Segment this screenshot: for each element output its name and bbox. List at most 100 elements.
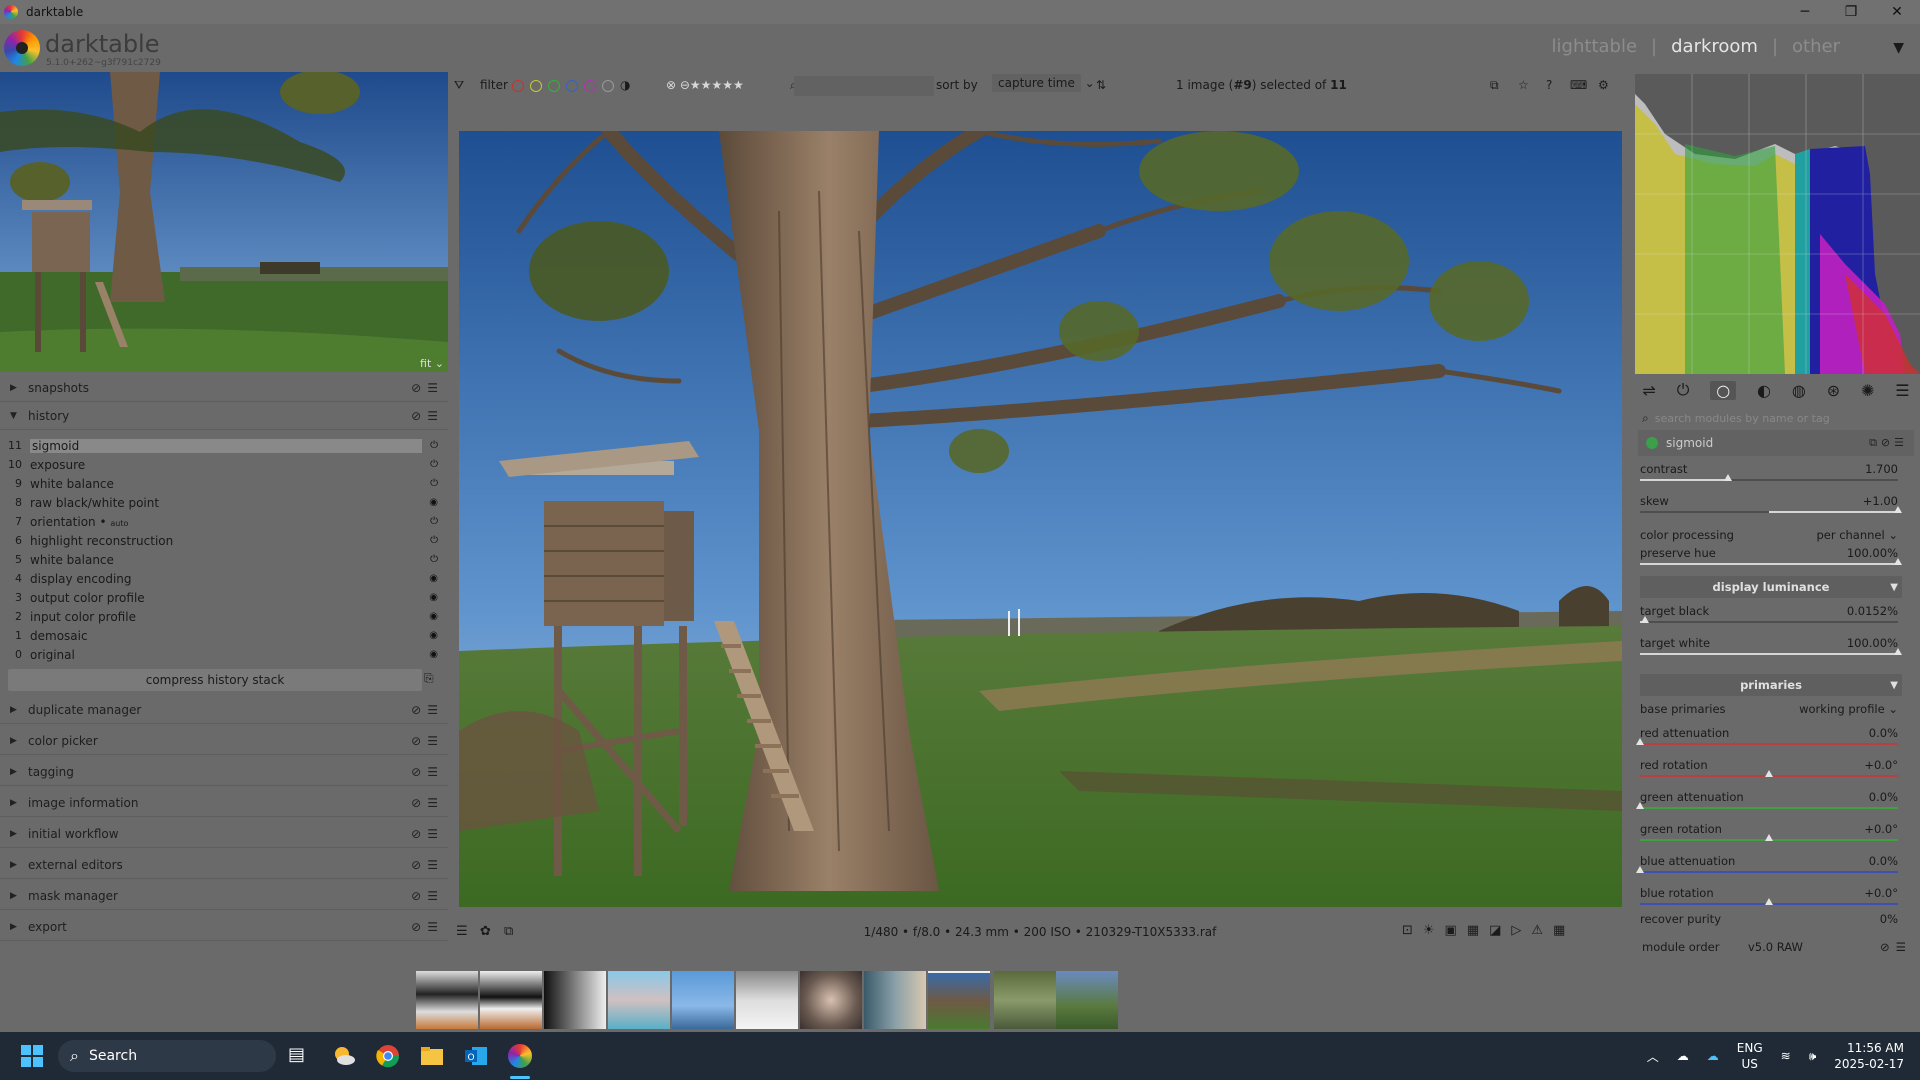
module-image-information[interactable]: ▶ image information ⊘ ☰	[0, 789, 448, 817]
presets-icon[interactable]: ☰	[427, 889, 438, 903]
blue-rotation-slider[interactable]: blue rotation +0.0°	[1640, 886, 1898, 912]
view-other[interactable]: other	[1792, 36, 1840, 57]
history-item[interactable]: 7 orientation • auto ⏻	[0, 512, 448, 531]
history-item[interactable]: 6 highlight reconstruction ⏻	[0, 531, 448, 550]
slider-thumb[interactable]	[1723, 474, 1732, 481]
module-mask-manager[interactable]: ▶ mask manager ⊘ ☰	[0, 882, 448, 910]
minimize-button[interactable]: ─	[1782, 0, 1828, 24]
presets-icon[interactable]: ☰	[427, 920, 438, 934]
filmstrip-thumb[interactable]	[800, 971, 862, 1029]
reset-icon[interactable]: ⊘	[411, 381, 421, 395]
history-item[interactable]: 4 display encoding ◉	[0, 569, 448, 588]
reset-icon[interactable]: ⊘	[411, 703, 421, 717]
module-order-icons[interactable]: ⊘☰	[1880, 940, 1912, 954]
filmstrip-thumb[interactable]	[736, 971, 798, 1029]
clock[interactable]: 11:56 AM 2025-02-17	[1834, 1040, 1904, 1072]
help-icon[interactable]: ?	[1546, 78, 1552, 92]
history-item[interactable]: 2 input color profile ◉	[0, 607, 448, 626]
collapse-header-icon[interactable]: ▼	[1893, 40, 1904, 56]
histogram[interactable]	[1635, 74, 1920, 374]
history-item[interactable]: 9 white balance ⏻	[0, 474, 448, 493]
volume-icon[interactable]: 🕪	[1809, 1049, 1817, 1064]
slider-thumb[interactable]	[1636, 866, 1644, 873]
show-hidden-icons-icon[interactable]: ︿	[1647, 1048, 1659, 1065]
presets-icon[interactable]: ☰	[427, 765, 438, 779]
presets-icon[interactable]: ☰	[427, 409, 438, 423]
maximize-button[interactable]: ❐	[1828, 0, 1874, 24]
chrome-icon[interactable]	[376, 1044, 400, 1068]
view-lighttable[interactable]: lighttable	[1552, 36, 1637, 57]
purple-label-icon[interactable]	[584, 79, 596, 92]
main-image[interactable]	[459, 131, 1622, 907]
task-view-icon[interactable]: ▤	[288, 1044, 312, 1068]
base-primaries-combobox[interactable]: base primaries working profile ⌄	[1640, 702, 1898, 720]
active-modules-tab-icon[interactable]: ⏻	[1677, 380, 1690, 400]
filmstrip-thumb[interactable]	[416, 971, 478, 1029]
shortcuts-icon[interactable]: ⌨	[1570, 78, 1587, 92]
target-white-slider[interactable]: target white 100.00%	[1640, 636, 1902, 662]
presets-icon[interactable]: ☰	[427, 381, 438, 395]
slider-thumb[interactable]	[1641, 616, 1650, 623]
green-attenuation-slider[interactable]: green attenuation 0.0%	[1636, 790, 1898, 816]
weather-icon[interactable]	[332, 1044, 356, 1068]
history-item[interactable]: 3 output color profile ◉	[0, 588, 448, 607]
reset-icon[interactable]: ⊘	[411, 409, 421, 423]
history-item[interactable]: 10 exposure ⏻	[0, 455, 448, 474]
copy-history-icon[interactable]: ⎘	[424, 671, 434, 686]
slider-thumb[interactable]	[1894, 506, 1902, 513]
overlays-star-icon[interactable]: ☆	[1518, 78, 1529, 92]
wifi-icon[interactable]: ≋	[1781, 1049, 1791, 1063]
filmstrip-thumb[interactable]	[480, 971, 542, 1029]
reset-icon[interactable]: ⊘	[411, 827, 421, 841]
zoom-dropdown[interactable]: fit ⌄	[420, 357, 444, 370]
language-indicator[interactable]: ENG US	[1737, 1040, 1763, 1072]
navigation-preview[interactable]: fit ⌄	[0, 72, 448, 372]
filmstrip-thumb[interactable]	[994, 971, 1056, 1029]
module-history[interactable]: ▼ history ⊘ ☰	[0, 402, 448, 430]
quick-access-tab-icon[interactable]: ⇌	[1642, 381, 1655, 400]
display-tools-icons[interactable]: ⊡☀▣▦◪▷⚠▦	[1402, 923, 1575, 938]
darktable-taskbar-icon[interactable]	[508, 1044, 532, 1068]
red-rotation-slider[interactable]: red rotation +0.0°	[1640, 758, 1898, 784]
rating-filter[interactable]: ⊗ ⊖★★★★★	[666, 78, 744, 92]
taskbar-search[interactable]: ⌕ Search	[58, 1040, 276, 1072]
filmstrip-thumb[interactable]	[864, 971, 926, 1029]
gray-label-icon[interactable]	[602, 79, 614, 92]
file-explorer-icon[interactable]	[420, 1044, 444, 1068]
effect-tab-icon[interactable]: ✺	[1861, 381, 1874, 400]
primaries-section[interactable]: primaries ▼	[1640, 674, 1902, 696]
green-rotation-slider[interactable]: green rotation +0.0°	[1640, 822, 1898, 848]
module-header-icons[interactable]: ⧉⊘☰	[1869, 436, 1908, 450]
start-windows-icon[interactable]	[20, 1044, 44, 1068]
reset-icon[interactable]: ⊘	[411, 734, 421, 748]
compress-history-button[interactable]: compress history stack	[8, 669, 422, 691]
display-luminance-section[interactable]: display luminance ▼	[1640, 576, 1902, 598]
sort-dropdown[interactable]: capture time ⌄	[992, 74, 1095, 92]
onedrive-icon[interactable]: ☁	[1707, 1049, 1719, 1063]
green-label-icon[interactable]	[548, 79, 560, 92]
reset-icon[interactable]: ⊘	[411, 889, 421, 903]
reset-icon[interactable]: ⊘	[411, 796, 421, 810]
red-label-icon[interactable]	[512, 79, 524, 92]
yellow-label-icon[interactable]	[530, 79, 542, 92]
grouping-icon[interactable]: ⧉	[1490, 78, 1499, 93]
slider-thumb[interactable]	[1636, 802, 1644, 809]
presets-icon[interactable]: ☰	[427, 734, 438, 748]
slider-thumb[interactable]	[1765, 834, 1773, 841]
label-toggle-icon[interactable]: ◑	[620, 78, 630, 92]
module-snapshots[interactable]: ▶ snapshots ⊘ ☰	[0, 374, 448, 402]
module-initial-workflow[interactable]: ▶ initial workflow ⊘ ☰	[0, 820, 448, 848]
view-darkroom[interactable]: darkroom	[1671, 36, 1758, 57]
close-button[interactable]: ✕	[1874, 0, 1920, 24]
reset-icon[interactable]: ⊘	[411, 920, 421, 934]
module-tagging[interactable]: ▶ tagging ⊘ ☰	[0, 758, 448, 786]
outlook-icon[interactable]: O	[464, 1044, 488, 1068]
reset-icon[interactable]: ⊘	[411, 858, 421, 872]
history-item[interactable]: 1 demosaic ◉	[0, 626, 448, 645]
history-item[interactable]: 5 white balance ⏻	[0, 550, 448, 569]
slider-thumb[interactable]	[1636, 738, 1644, 745]
slider-thumb[interactable]	[1765, 770, 1773, 777]
slider-thumb[interactable]	[1894, 648, 1902, 655]
sort-order-icon[interactable]: ⇅	[1096, 78, 1106, 92]
red-attenuation-slider[interactable]: red attenuation 0.0%	[1636, 726, 1898, 752]
